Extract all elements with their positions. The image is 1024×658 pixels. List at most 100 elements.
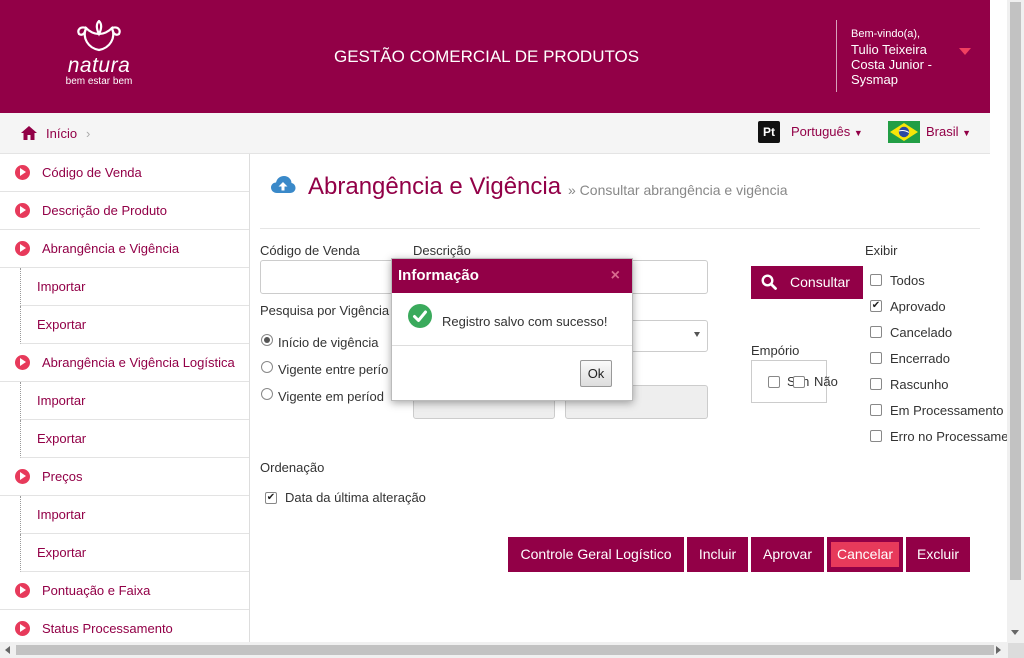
controle-geral-button[interactable]: Controle Geral Logístico	[508, 537, 684, 572]
scroll-right-arrow-icon[interactable]	[996, 646, 1001, 654]
natura-logo[interactable]: natura bem estar bem	[54, 20, 144, 94]
arrow-right-circle-icon	[15, 621, 30, 636]
breadcrumb-home-link[interactable]: Início	[46, 126, 77, 141]
country-dropdown[interactable]: Brasil ▼	[926, 124, 971, 139]
user-info[interactable]: Bem-vindo(a), Tulio Teixeira Costa Junio…	[851, 27, 951, 87]
exibir-checkbox[interactable]	[870, 378, 882, 390]
sidebar-item-label: Exportar	[37, 431, 87, 446]
exibir-checkbox[interactable]	[870, 404, 882, 416]
ordenacao-label: Ordenação	[260, 460, 325, 475]
dialog-body: Registro salvo com sucesso!	[392, 293, 632, 346]
dialog-header: Informação ×	[392, 259, 632, 293]
exibir-option-label: Rascunho	[890, 377, 949, 392]
caret-down-icon: ▼	[962, 128, 972, 138]
sidebar-subitem[interactable]: Importar	[20, 496, 249, 534]
page-subtitle: » Consultar abrangência e vigência	[568, 182, 788, 198]
excluir-button[interactable]: Excluir	[906, 537, 970, 572]
arrow-right-circle-icon	[15, 355, 30, 370]
arrow-right-circle-icon	[15, 241, 30, 256]
flower-logo-icon	[77, 20, 121, 52]
vertical-scroll-thumb[interactable]	[1010, 2, 1021, 580]
sidebar-subitem[interactable]: Importar	[20, 382, 249, 420]
app-header: natura bem estar bem GESTÃO COMERCIAL DE…	[0, 0, 990, 113]
sidebar-item[interactable]: Código de Venda	[0, 154, 249, 192]
emporio-nao-checkbox[interactable]	[793, 376, 805, 388]
arrow-right-circle-icon	[15, 165, 30, 180]
sidebar-item[interactable]: Abrangência e Vigência Logística	[0, 344, 249, 382]
sidebar-item-label: Importar	[37, 507, 86, 522]
page-title: Abrangência e Vigência	[308, 173, 562, 200]
horizontal-scroll-thumb[interactable]	[16, 645, 994, 655]
consultar-button[interactable]: Consultar	[751, 266, 863, 299]
sidebar-item-label: Pontuação e Faixa	[42, 583, 151, 598]
exibir-option-label: Erro no Processame	[890, 429, 1007, 444]
codigo-venda-label: Código de Venda	[260, 243, 360, 258]
close-icon[interactable]: ×	[611, 259, 620, 293]
sidebar-item-label: Abrangência e Vigência	[42, 241, 180, 256]
exibir-option-label: Aprovado	[890, 299, 946, 314]
search-icon	[761, 274, 777, 290]
brazil-flag-icon	[888, 121, 920, 143]
sidebar-item[interactable]: Abrangência e Vigência	[0, 230, 249, 268]
arrow-right-circle-icon	[15, 583, 30, 598]
logo-brand: natura	[67, 54, 131, 77]
exibir-checkbox[interactable]	[870, 274, 882, 286]
scroll-corner	[1008, 643, 1024, 658]
exibir-label: Exibir	[865, 243, 898, 258]
sidebar-item[interactable]: Status Processamento	[0, 610, 249, 642]
dialog-message: Registro salvo com sucesso!	[442, 314, 608, 329]
user-name: Tulio Teixeira Costa Junior - Sysmap	[851, 42, 932, 87]
sidebar-item[interactable]: Preços	[0, 458, 249, 496]
caret-down-icon: ▼	[853, 128, 863, 138]
exibir-checkbox[interactable]	[870, 326, 882, 338]
cancelar-label: Cancelar	[831, 542, 899, 567]
ordenacao-checkbox[interactable]: ✔	[265, 492, 277, 504]
sidebar-subitem[interactable]: Exportar	[20, 420, 249, 458]
chevron-right-icon: ›	[86, 126, 91, 141]
scroll-left-arrow-icon[interactable]	[5, 646, 10, 654]
sidebar-item-label: Status Processamento	[42, 621, 173, 636]
sidebar-item-label: Importar	[37, 279, 86, 294]
sidebar-subitem[interactable]: Exportar	[20, 534, 249, 572]
user-menu-caret-icon[interactable]	[959, 48, 971, 55]
radio-inicio-vigencia[interactable]	[261, 334, 273, 346]
welcome-text: Bem-vindo(a),	[851, 28, 921, 40]
sidebar-item[interactable]: Pontuação e Faixa	[0, 572, 249, 610]
emporio-nao-label: Não	[814, 374, 838, 389]
emporio-sim-checkbox[interactable]	[768, 376, 780, 388]
radio-vigente-em-label: Vigente em períod	[278, 389, 384, 404]
arrow-right-circle-icon	[15, 469, 30, 484]
exibir-option-label: Em Processamento	[890, 403, 1004, 418]
home-icon[interactable]	[20, 124, 38, 142]
emporio-label: Empório	[751, 343, 800, 358]
exibir-checkbox[interactable]	[870, 430, 882, 442]
consultar-label: Consultar	[790, 274, 850, 290]
cloud-upload-icon	[271, 176, 296, 193]
exibir-option-label: Todos	[890, 273, 925, 288]
language-dropdown[interactable]: Português ▼	[791, 124, 863, 139]
sidebar-menu: Código de Venda Descrição de Produto Abran…	[0, 154, 250, 642]
language-label: Português	[791, 124, 851, 139]
incluir-button[interactable]: Incluir	[687, 537, 748, 572]
codigo-venda-input[interactable]	[260, 260, 405, 294]
select-caret-icon	[694, 332, 700, 337]
sidebar-subitem[interactable]: Exportar	[20, 306, 249, 344]
check-circle-icon	[408, 304, 432, 328]
exibir-checkbox[interactable]	[870, 352, 882, 364]
sidebar-item-label: Exportar	[37, 317, 87, 332]
logo-tagline: bem estar bem	[65, 76, 133, 87]
pesquisa-vigencia-label: Pesquisa por Vigência	[260, 303, 390, 318]
aprovar-button[interactable]: Aprovar	[751, 537, 824, 572]
info-dialog: Informação × Registro salvo com sucesso!…	[391, 258, 633, 401]
exibir-checkbox[interactable]: ✔	[870, 300, 882, 312]
cancelar-button[interactable]: Cancelar	[827, 537, 903, 572]
app-title: GESTÃO COMERCIAL DE PRODUTOS	[334, 47, 640, 66]
radio-vigente-em[interactable]	[261, 388, 273, 400]
ok-button[interactable]: Ok	[580, 360, 612, 387]
radio-vigente-entre[interactable]	[261, 361, 273, 373]
sidebar-item[interactable]: Descrição de Produto	[0, 192, 249, 230]
sidebar-item-label: Preços	[42, 469, 83, 484]
sidebar-subitem[interactable]: Importar	[20, 268, 249, 306]
scroll-down-arrow-icon[interactable]	[1011, 630, 1019, 635]
dialog-title: Informação	[398, 267, 479, 284]
